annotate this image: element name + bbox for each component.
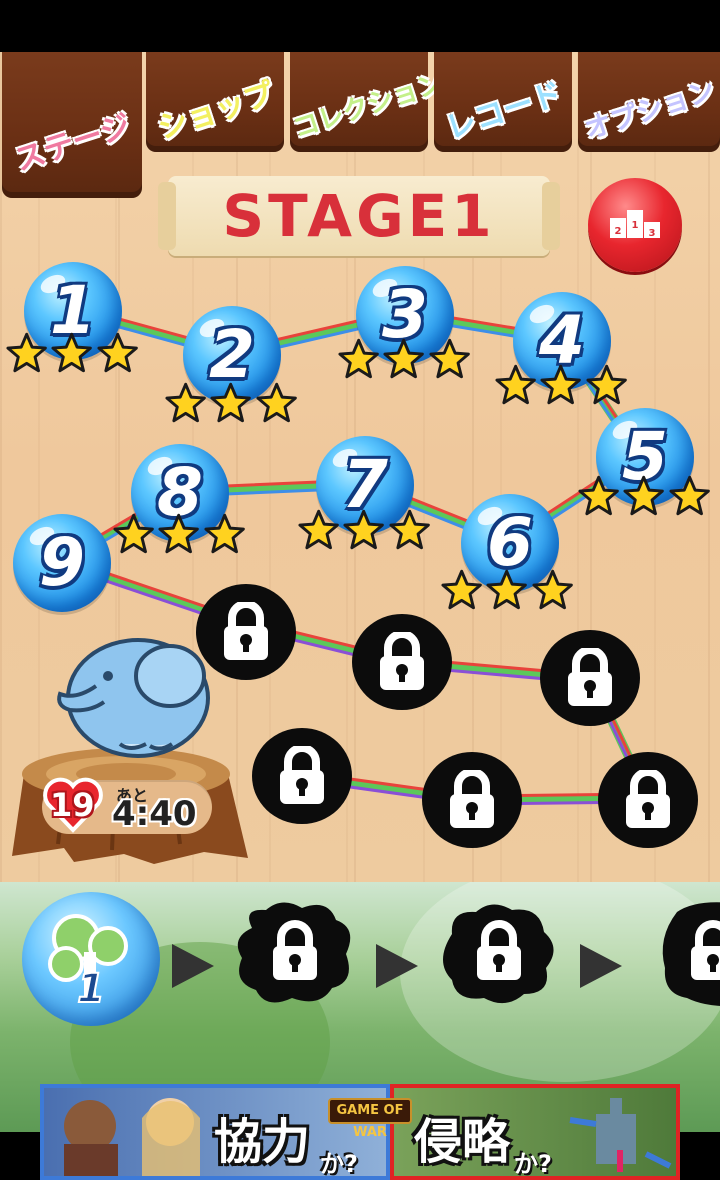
lock-icon <box>568 648 612 706</box>
star-icon <box>495 364 536 405</box>
lock-icon <box>280 746 324 804</box>
lives-count: 19 <box>50 786 95 824</box>
star-icon <box>256 382 297 423</box>
level-1-stars <box>4 331 140 375</box>
world-arrow-icon <box>580 944 622 988</box>
star-icon <box>51 332 93 373</box>
tab-shop-label: ショップ <box>153 76 279 147</box>
lock-icon <box>224 602 268 660</box>
lives-panel: 19 あと 4:40 <box>42 777 212 834</box>
tab-stage[interactable]: ステージ <box>2 52 142 198</box>
star-icon <box>429 338 470 379</box>
svg-text:2: 2 <box>615 226 622 237</box>
stage-title: STAGE1 <box>222 182 496 250</box>
star-icon <box>298 509 339 550</box>
podium-icon: 2 1 3 <box>610 210 660 238</box>
locked-level-button[interactable] <box>252 728 352 824</box>
svg-text:3: 3 <box>649 228 656 238</box>
world-arrow-icon <box>376 944 418 988</box>
star-icon <box>165 382 206 423</box>
ad-characters-image <box>64 1098 200 1176</box>
level-3-stars <box>336 337 472 381</box>
tree-icon: 1 <box>48 914 128 1013</box>
locked-world-button[interactable] <box>436 898 562 1010</box>
elephant-mascot <box>57 638 210 758</box>
tab-stage-label: ステージ <box>10 108 136 179</box>
ad-right-suffix: か? <box>514 1150 552 1178</box>
star-icon <box>540 364 582 405</box>
star-icon <box>383 338 425 379</box>
locked-level-button[interactable] <box>352 614 452 710</box>
star-icon <box>343 509 385 550</box>
star-icon <box>669 475 710 516</box>
tab-shop[interactable]: ショップ <box>146 52 284 152</box>
star-icon <box>623 475 665 516</box>
star-icon <box>158 513 200 554</box>
tab-option[interactable]: オプション <box>578 52 720 152</box>
level-8-stars <box>111 512 247 556</box>
status-bar <box>0 0 720 52</box>
level-4-stars <box>493 363 629 407</box>
star-icon <box>441 569 482 610</box>
level-9-button[interactable]: 9 <box>13 514 111 612</box>
star-icon <box>210 382 252 423</box>
ad-banner[interactable]: 協力 か? GAME OF WAR 侵略 か? <box>40 1084 680 1180</box>
ad-left-suffix: か? <box>320 1150 358 1178</box>
star-icon <box>338 338 379 379</box>
tab-record-label: レコード <box>441 76 567 147</box>
star-icon <box>486 569 528 610</box>
level-number: 9 <box>39 524 85 601</box>
lock-icon <box>626 770 670 828</box>
star-icon <box>389 509 430 550</box>
lives-timer: 4:40 <box>112 794 197 834</box>
ad-castle-image <box>569 1098 672 1172</box>
star-icon <box>204 513 245 554</box>
star-icon <box>113 513 154 554</box>
tab-collection-label: コレクション <box>289 67 448 145</box>
tab-option-label: オプション <box>580 74 719 146</box>
level-5-stars <box>576 474 712 518</box>
tab-collection[interactable]: コレクション <box>289 52 448 152</box>
ad-right-text: 侵略 <box>414 1114 511 1170</box>
locked-world-button[interactable] <box>636 898 720 1010</box>
star-icon <box>578 475 619 516</box>
locked-world-button[interactable] <box>232 898 358 1010</box>
locked-level-button[interactable] <box>540 630 640 726</box>
locked-level-button[interactable] <box>598 752 698 848</box>
ad-logo: GAME OF WAR <box>328 1098 412 1140</box>
star-icon <box>586 364 627 405</box>
star-icon <box>532 569 573 610</box>
level-2-stars <box>163 381 299 425</box>
svg-text:1: 1 <box>77 966 105 1012</box>
world-arrow-icon <box>172 944 214 988</box>
level-6-stars <box>439 568 575 612</box>
world-1-button[interactable]: 1 <box>22 892 160 1026</box>
svg-text:1: 1 <box>632 220 639 231</box>
ranking-button[interactable]: 2 1 3 <box>588 178 682 272</box>
stage-banner: STAGE1 <box>158 176 560 256</box>
level-7-stars <box>296 508 432 552</box>
lock-icon <box>450 770 494 828</box>
lock-icon <box>380 632 424 690</box>
ad-right-panel: 侵略 か? <box>390 1084 680 1180</box>
star-icon <box>6 332 47 373</box>
locked-level-button[interactable] <box>422 752 522 848</box>
star-icon <box>97 332 138 373</box>
tab-record[interactable]: レコード <box>434 52 572 152</box>
ad-left-text: 協力 <box>214 1114 311 1170</box>
